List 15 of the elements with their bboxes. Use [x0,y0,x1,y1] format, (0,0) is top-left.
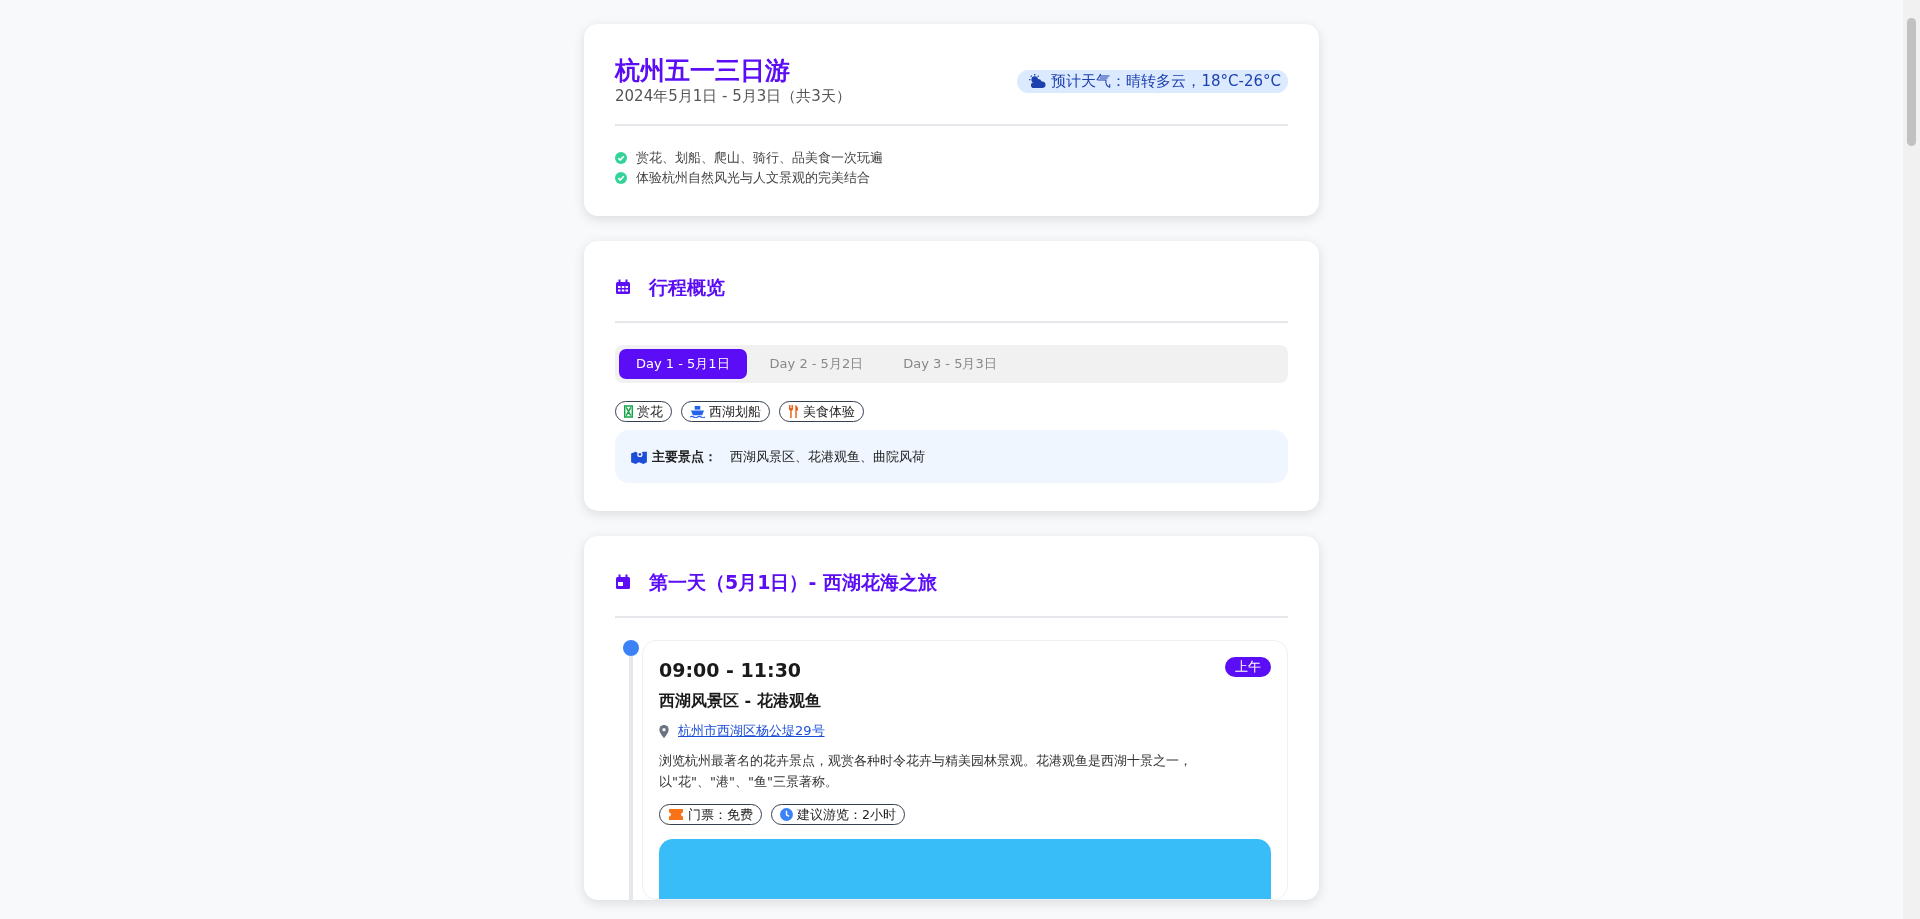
section-heading: 第一天（5月1日）- 西湖花海之旅 [649,570,937,595]
event-description: 浏览杭州最著名的花卉景点，观赏各种时令花卉与精美园林景观。花港观鱼是西湖十景之一，以"花"、"港"、"鱼"三景著称。 [659,752,1193,791]
section-heading: 行程概览 [649,275,725,300]
period-badge: 上午 [1225,657,1271,677]
address-link[interactable]: 杭州市西湖区杨公堤29号 [678,722,825,740]
place-name: 西湖风景区 - 花港观鱼 [659,691,822,712]
highlight-text: 赏花、划船、爬山、骑行、品美食一次玩遍 [636,149,883,167]
spots-list: 西湖风景区、花港观鱼、曲院风荷 [730,447,925,466]
event-time: 09:00 - 11:30 [659,659,802,681]
day-tab[interactable]: Day 1 - 5月1日 [619,349,747,379]
spots-label: 主要景点： [652,447,717,466]
trip-dates: 2024年5月1日 - 5月3日（共3天） [615,87,851,106]
trip-title: 杭州五一三日游 [615,56,791,86]
weather-badge: 预计天气：晴转多云，18°C-26°C [1017,69,1288,93]
highlight-text: 体验杭州自然风光与人文景观的完美结合 [636,169,870,187]
